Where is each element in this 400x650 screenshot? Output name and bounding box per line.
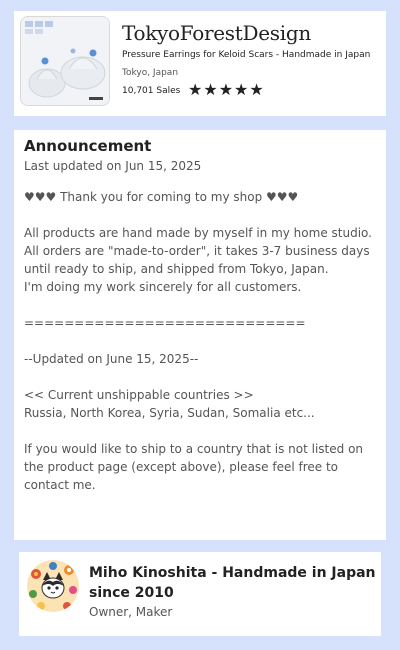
announcement-line: All orders are "made-to-order", it takes… bbox=[24, 244, 370, 276]
shop-thumbnail[interactable] bbox=[20, 16, 110, 106]
announcement-line: If you would like to ship to a country t… bbox=[24, 442, 364, 492]
owner-card: Miho Kinoshita - Handmade in Japan since… bbox=[19, 552, 381, 636]
shop-name[interactable]: TokyoForestDesign bbox=[122, 21, 311, 45]
cat-avatar-icon bbox=[27, 560, 79, 612]
announcement-line: Russia, North Korea, Syria, Sudan, Somal… bbox=[24, 406, 315, 420]
earring-product-photo bbox=[21, 17, 109, 105]
announcement-line: All products are hand made by myself in … bbox=[24, 226, 372, 240]
star-rating[interactable]: ★★★★★ bbox=[188, 82, 265, 98]
announcement-blank-line bbox=[24, 422, 376, 440]
shop-sales-count[interactable]: 10,701 Sales bbox=[122, 86, 180, 96]
shop-location: Tokyo, Japan bbox=[122, 68, 179, 78]
announcement-line: I'm doing my work sincerely for all cust… bbox=[24, 280, 302, 294]
owner-role: Owner, Maker bbox=[89, 605, 173, 619]
announcement-blank-line bbox=[24, 368, 376, 386]
announcement-line: ============================ bbox=[24, 316, 306, 330]
owner-name[interactable]: Miho Kinoshita - Handmade in Japan since… bbox=[89, 563, 377, 603]
shop-tagline: Pressure Earrings for Keloid Scars - Han… bbox=[122, 50, 371, 60]
announcement-blank-line bbox=[24, 206, 376, 224]
announcement-updated-date: Last updated on Jun 15, 2025 bbox=[24, 159, 202, 173]
announcement-line: --Updated on June 15, 2025-- bbox=[24, 352, 199, 366]
announcement-line: << Current unshippable countries >> bbox=[24, 388, 254, 402]
announcement-blank-line bbox=[24, 296, 376, 314]
announcement-body: ♥♥♥ Thank you for coming to my shop ♥♥♥ A… bbox=[24, 188, 376, 494]
shop-header-card: TokyoForestDesign Pressure Earrings for … bbox=[14, 11, 386, 116]
announcement-line: ♥♥♥ Thank you for coming to my shop ♥♥♥ bbox=[24, 190, 299, 204]
owner-avatar[interactable] bbox=[27, 560, 79, 612]
announcement-card: Announcement Last updated on Jun 15, 202… bbox=[14, 130, 386, 540]
announcement-title: Announcement bbox=[24, 137, 152, 155]
announcement-blank-line bbox=[24, 332, 376, 350]
